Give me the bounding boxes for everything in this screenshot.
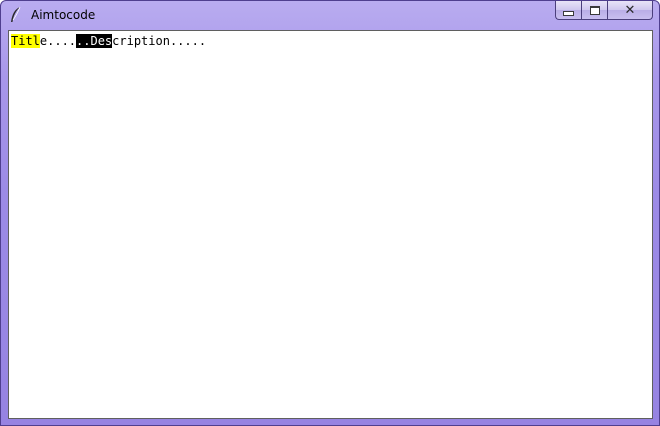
maximize-icon <box>589 5 600 15</box>
tag-highlight-black: ..Des <box>76 34 113 48</box>
maximize-button[interactable] <box>581 1 607 20</box>
minimize-icon <box>563 10 574 16</box>
close-button[interactable]: ✕ <box>607 1 653 20</box>
window-controls: ✕ <box>555 1 653 21</box>
feather-icon <box>8 6 24 24</box>
text-line: Title......Description..... <box>11 33 206 49</box>
close-icon: ✕ <box>624 2 636 18</box>
text-segment: cription..... <box>112 34 207 48</box>
text-widget[interactable]: Title......Description..... <box>8 30 653 419</box>
tag-highlight-yellow: Titl <box>11 34 40 48</box>
app-window: Aimtocode ✕ Title......Description..... <box>0 0 660 426</box>
window-title: Aimtocode <box>31 8 96 22</box>
title-bar[interactable]: Aimtocode ✕ <box>1 1 659 30</box>
text-segment: e.... <box>39 34 77 48</box>
minimize-button[interactable] <box>555 1 581 20</box>
